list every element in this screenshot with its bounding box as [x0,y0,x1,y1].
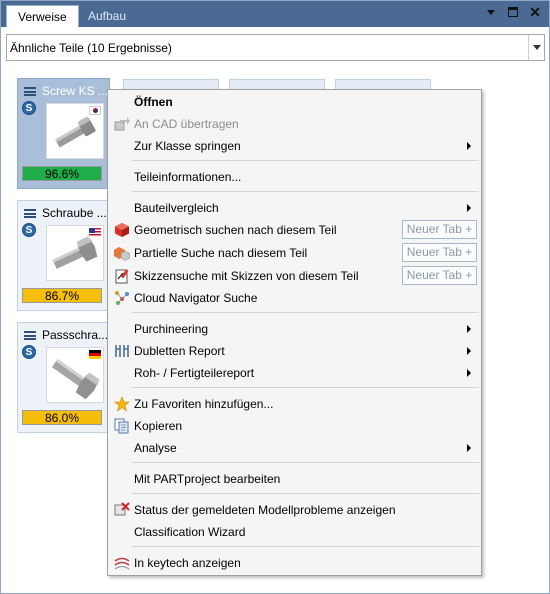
menu-item-kopieren[interactable]: Kopieren [109,415,480,437]
references-panel: Verweise Aufbau ✕ Ähnliche Teile (10 Erg… [0,0,550,594]
card-title: Passschra... [42,328,109,342]
menu-divider [132,387,479,388]
menu-item-oeffnen[interactable]: Öffnen [109,91,480,113]
menu-item-label: Roh- / Fertigteilereport [134,366,255,380]
menu-item-classification-wizard[interactable]: Classification Wizard [109,521,480,543]
tab-bar: Verweise Aufbau ✕ [1,1,549,27]
card-title: Schraube ... [42,206,107,220]
menu-item-roh-fertigteilereport[interactable]: Roh- / Fertigteilereport [109,362,480,384]
sketch-search-icon [115,269,129,284]
menu-item-purchineering[interactable]: Purchineering [109,318,480,340]
submenu-arrow-icon [467,444,471,452]
menu-divider [132,462,479,463]
results-filter-select[interactable]: Ähnliche Teile (10 Ergebnisse) [6,34,545,61]
menu-item-teileinformationen[interactable]: Teileinformationen... [109,166,480,188]
menu-item-cloud-navigator-suche[interactable]: Cloud Navigator Suche [109,287,480,309]
menu-item-partproject[interactable]: Mit PARTproject bearbeiten [109,468,480,490]
menu-item-label: Status der gemeldeten Modellprobleme anz… [134,503,396,517]
menu-item-label: Skizzensuche mit Skizzen von diesem Teil [134,269,359,283]
menu-item-dubletten-report[interactable]: Dubletten Report [109,340,480,362]
standard-part-badge: S [22,101,36,115]
menu-item-zur-klasse-springen[interactable]: Zur Klasse springen [109,135,480,157]
menu-divider [132,312,479,313]
menu-item-an-cad-uebertragen: An CAD übertragen [109,113,480,135]
menu-item-skizzensuche[interactable]: Skizzensuche mit Skizzen von diesem Teil… [109,265,480,287]
part-thumbnail [46,225,104,281]
menu-item-bauteilvergleich[interactable]: Bauteilvergleich [109,197,480,219]
new-tab-button[interactable]: Neuer Tab + [402,220,477,239]
menu-icon[interactable] [24,209,36,218]
menu-item-geometrisch-suchen[interactable]: Geometrisch suchen nach diesem Teil Neue… [109,219,480,241]
new-tab-button[interactable]: Neuer Tab + [402,266,477,285]
menu-item-label: Dubletten Report [134,344,225,358]
menu-item-label: Kopieren [134,419,183,433]
context-menu: Öffnen An CAD übertragen Zur Klasse spri… [107,89,482,576]
menu-item-label: Analyse [134,441,177,455]
card-title: Screw KS ... [42,84,109,98]
star-icon [114,396,130,412]
cad-transfer-icon [114,117,130,131]
maximize-icon[interactable] [508,7,518,17]
submenu-arrow-icon [467,369,471,377]
menu-item-label: Purchineering [134,322,209,336]
submenu-arrow-icon [467,325,471,333]
geometric-search-icon [115,223,129,237]
menu-item-label: Mit PARTproject bearbeiten [134,472,281,486]
keytech-icon [114,557,130,570]
tab-verweise[interactable]: Verweise [6,5,79,27]
similarity-percent: 86.7% [22,288,102,303]
menu-divider [132,546,479,547]
menu-item-label: Bauteilvergleich [134,201,219,215]
menu-divider [132,493,479,494]
standard-part-badge: S [22,345,36,359]
menu-divider [132,160,479,161]
chevron-down-icon[interactable] [528,35,544,60]
result-card[interactable]: Screw KS ... S 96.6% [17,78,110,189]
result-card[interactable]: Passschra... S 86.0% [17,322,110,433]
menu-item-label: Classification Wizard [134,525,246,539]
results-filter-value: Ähnliche Teile (10 Ergebnisse) [10,41,172,55]
submenu-arrow-icon [467,347,471,355]
dropdown-icon[interactable] [485,6,497,20]
part-thumbnail [46,347,104,403]
menu-item-label: Zu Favoriten hinzufügen... [134,397,274,411]
menu-item-keytech[interactable]: In keytech anzeigen [109,552,480,574]
menu-item-label: Teileinformationen... [134,170,242,184]
menu-item-analyse[interactable]: Analyse [109,437,480,459]
similarity-percent: 96.6% [22,166,102,181]
model-issues-icon [114,502,130,516]
flag-us-icon [89,228,101,237]
menu-item-label: Zur Klasse springen [134,139,241,153]
standard-part-badge: S [22,223,36,237]
flag-kr-icon [89,106,101,115]
tab-aufbau[interactable]: Aufbau [77,5,137,27]
similarity-percent: 86.0% [22,410,102,425]
submenu-arrow-icon [467,204,471,212]
cloud-navigator-icon [115,291,129,305]
result-card[interactable]: Schraube ... S 86.7% [17,200,110,311]
menu-item-favoriten[interactable]: Zu Favoriten hinzufügen... [109,393,480,415]
menu-icon[interactable] [24,87,36,96]
menu-item-label: Cloud Navigator Suche [134,291,258,305]
menu-icon[interactable] [24,331,36,340]
menu-item-label: Öffnen [134,95,173,109]
duplicates-icon [115,345,129,357]
menu-item-modellprobleme[interactable]: Status der gemeldeten Modellprobleme anz… [109,499,480,521]
menu-item-partielle-suche[interactable]: Partielle Suche nach diesem Teil Neuer T… [109,242,480,264]
copy-icon [114,418,129,434]
new-tab-button[interactable]: Neuer Tab + [402,243,477,262]
menu-item-label: Partielle Suche nach diesem Teil [134,246,308,260]
menu-item-label: In keytech anzeigen [134,556,241,570]
close-icon[interactable]: ✕ [529,5,541,20]
window-controls: ✕ [485,5,541,20]
flag-de-icon [89,350,101,359]
submenu-arrow-icon [467,142,471,150]
part-thumbnail [46,103,104,159]
menu-item-label: An CAD übertragen [134,117,239,131]
menu-item-label: Geometrisch suchen nach diesem Teil [134,223,337,237]
partial-search-icon [114,247,130,261]
menu-divider [132,191,479,192]
